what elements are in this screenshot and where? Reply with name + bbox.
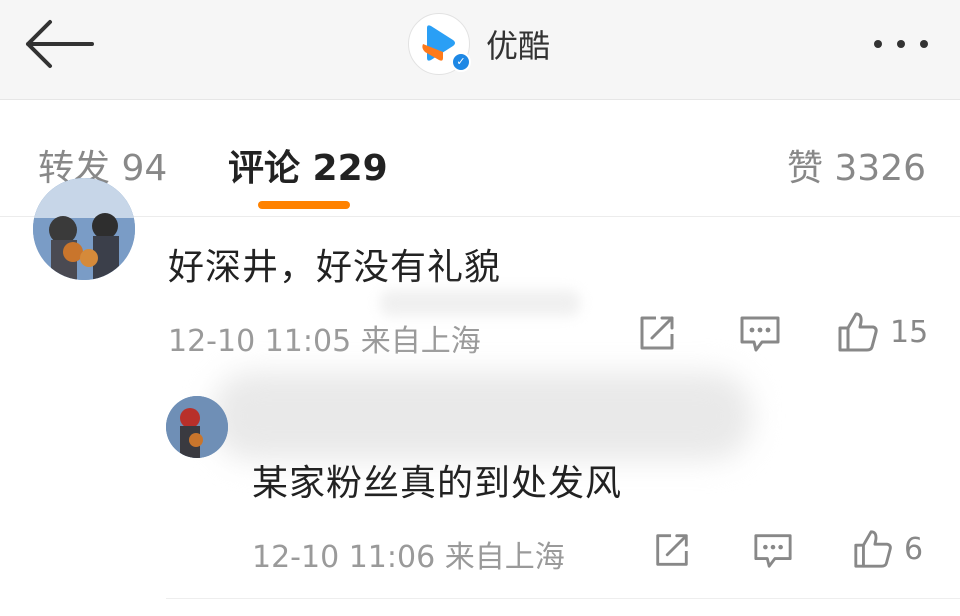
tab-likes[interactable]: 赞 3326: [787, 139, 926, 191]
more-horizontal-icon: [874, 40, 928, 48]
thumbs-up-icon: [854, 530, 892, 568]
verified-badge-icon: ✓: [451, 52, 471, 72]
share-button[interactable]: [636, 312, 678, 354]
share-button[interactable]: [652, 530, 692, 570]
share-icon: [640, 316, 674, 350]
like-button[interactable]: 6: [852, 528, 923, 570]
comment-icon: [754, 534, 792, 568]
back-button[interactable]: [22, 18, 96, 70]
like-count: 15: [890, 314, 929, 350]
reply-commenter-avatar[interactable]: [166, 396, 228, 458]
comment-icon: [740, 316, 780, 352]
account-name: 优酷: [486, 27, 551, 65]
tab-bar: 转发 94 评论 229 赞 3326: [0, 101, 960, 217]
arrow-left-icon: [26, 20, 94, 68]
reply-button[interactable]: [752, 530, 794, 570]
tab-comments[interactable]: 评论 229: [228, 139, 388, 191]
comment-meta: 12-10 11:05 来自上海: [168, 324, 481, 359]
youku-logo: ✓: [408, 13, 471, 75]
account-header[interactable]: ✓ 优酷: [408, 13, 550, 75]
redacted-region: [212, 372, 752, 460]
reply-meta: 12-10 11:06 来自上海: [252, 540, 565, 575]
like-count: 6: [904, 531, 924, 567]
redacted-region: [380, 290, 580, 316]
commenter-avatar[interactable]: [33, 178, 135, 280]
reply-text: 某家粉丝真的到处发风: [252, 463, 623, 504]
active-tab-indicator: [258, 201, 350, 209]
top-bar: ✓ 优酷: [0, 0, 960, 100]
thumbs-up-icon: [838, 312, 878, 352]
like-button[interactable]: 15: [836, 310, 928, 354]
share-icon: [656, 534, 688, 566]
divider: [166, 598, 960, 599]
more-button[interactable]: [866, 24, 936, 64]
reply-button[interactable]: [738, 312, 782, 354]
comment-text: 好深井，好没有礼貌: [168, 247, 502, 288]
